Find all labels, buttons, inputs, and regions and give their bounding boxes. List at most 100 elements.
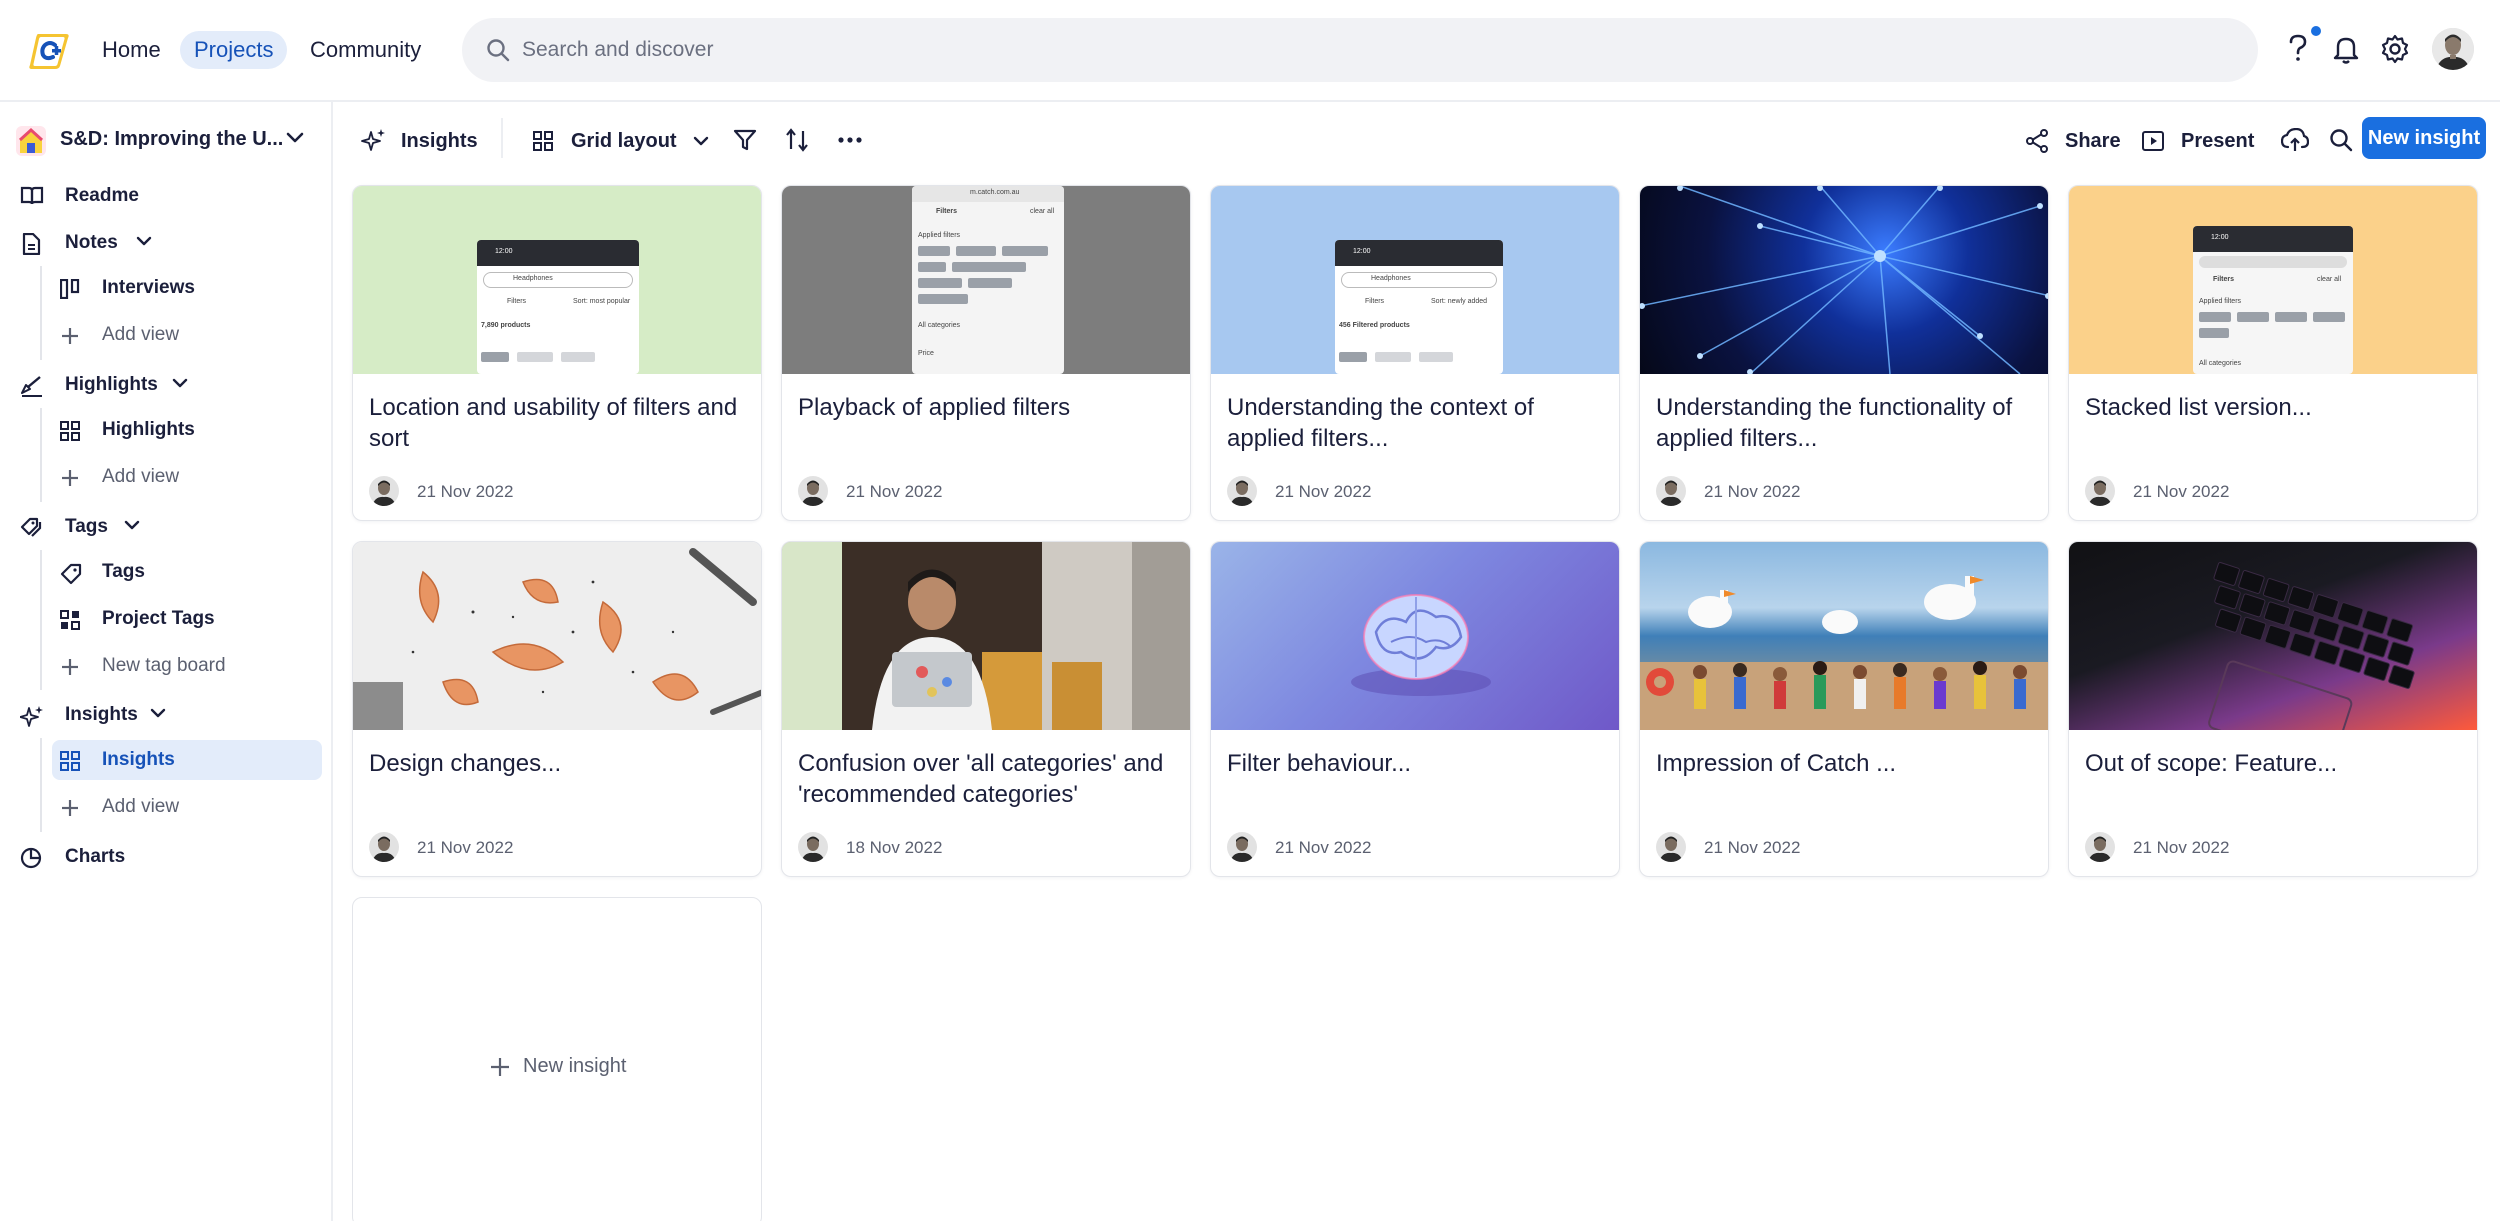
- cloud-upload-icon[interactable]: [2281, 128, 2309, 162]
- chevron-down-icon[interactable]: [150, 708, 166, 719]
- sidebar-item-label: Notes: [65, 232, 118, 253]
- insight-card[interactable]: 12:00 Filters clear all Applied filters …: [2068, 185, 2478, 521]
- sidebar: S&D: Improving the U... Readme Notes Int…: [0, 102, 333, 1221]
- insight-card[interactable]: Confusion over 'all categories' and 'rec…: [781, 541, 1191, 877]
- sidebar-item-highlights-view[interactable]: Highlights: [52, 410, 322, 450]
- present-label: Present: [2181, 130, 2255, 152]
- insight-card[interactable]: Understanding the functionality of appli…: [1639, 185, 2049, 521]
- sidebar-item-tags-view[interactable]: Tags: [52, 552, 322, 592]
- search-icon: [486, 38, 510, 62]
- sidebar-item-interviews[interactable]: Interviews: [52, 268, 322, 308]
- card-date: 21 Nov 2022: [417, 838, 514, 857]
- card-title: Understanding the functionality of appli…: [1656, 394, 2013, 452]
- plus-icon: [60, 798, 80, 818]
- insight-card[interactable]: Out of scope: Feature... 21 Nov 2022: [2068, 541, 2478, 877]
- sidebar-item-project-tags[interactable]: Project Tags: [52, 599, 322, 639]
- search-bar[interactable]: [462, 18, 2258, 82]
- card-date: 21 Nov 2022: [2133, 482, 2230, 501]
- gear-icon[interactable]: [2380, 34, 2410, 64]
- nav-home[interactable]: Home: [88, 31, 175, 69]
- nav-community[interactable]: Community: [296, 31, 435, 69]
- share-button[interactable]: Share: [2025, 124, 2121, 158]
- add-view-button[interactable]: Add view: [52, 315, 322, 355]
- nav-projects[interactable]: Projects: [180, 31, 288, 69]
- highlighter-icon: [20, 375, 44, 397]
- fiber-optic-image: [1640, 186, 2048, 374]
- insight-card[interactable]: m.catch.com.au Filters clear all Applied…: [781, 185, 1191, 521]
- mockup-categories: All categories: [2199, 360, 2242, 367]
- bell-icon[interactable]: [2332, 34, 2360, 64]
- insight-card[interactable]: Impression of Catch ... 21 Nov 2022: [1639, 541, 2049, 877]
- insight-card[interactable]: 12:00 Headphones Filters Sort: most popu…: [352, 185, 762, 521]
- tree-guide: [40, 738, 42, 832]
- card-date: 21 Nov 2022: [846, 482, 943, 501]
- sidebar-section-notes[interactable]: Notes: [20, 223, 320, 263]
- sidebar-item-label: Project Tags: [102, 608, 215, 629]
- plus-icon: [60, 468, 80, 488]
- sort-icon[interactable]: [785, 128, 811, 162]
- sidebar-item-label: New tag board: [102, 655, 226, 676]
- sidebar-section-highlights[interactable]: Highlights: [20, 365, 320, 405]
- sparkle-icon: [361, 128, 387, 154]
- grid-icon: [60, 421, 80, 441]
- sidebar-section-insights[interactable]: Insights: [20, 695, 320, 735]
- user-avatar[interactable]: [2432, 28, 2474, 70]
- present-button[interactable]: Present: [2141, 124, 2255, 158]
- chevron-down-icon[interactable]: [124, 520, 140, 531]
- mockup-filters: Filters: [936, 208, 958, 215]
- add-view-button[interactable]: Add view: [52, 457, 322, 497]
- pencil-shavings-image: [353, 548, 761, 730]
- sidebar-item-label: Tags: [102, 561, 145, 582]
- present-icon: [2141, 129, 2165, 153]
- card-title: Stacked list version...: [2085, 394, 2312, 421]
- layout-dropdown[interactable]: Grid layout: [533, 124, 713, 158]
- new-tag-board-button[interactable]: New tag board: [52, 646, 322, 686]
- share-icon: [2025, 129, 2049, 153]
- sidebar-section-tags[interactable]: Tags: [20, 507, 320, 547]
- search-icon[interactable]: [2329, 128, 2353, 162]
- board-view-icon: [60, 279, 82, 299]
- phone-mockup: 12:00 Headphones Filters Sort: most popu…: [477, 240, 639, 374]
- new-insight-card[interactable]: New insight: [352, 897, 762, 1221]
- author-avatar: [798, 832, 828, 862]
- tree-guide: [40, 550, 42, 690]
- mockup-search: Headphones: [1371, 275, 1411, 282]
- mockup-applied: Applied filters: [918, 232, 961, 239]
- insight-card[interactable]: Design changes... 21 Nov 2022: [352, 541, 762, 877]
- filter-icon[interactable]: [733, 128, 757, 162]
- catch-logo-icon[interactable]: [28, 30, 72, 72]
- insight-card[interactable]: Filter behaviour... 21 Nov 2022: [1210, 541, 1620, 877]
- new-insight-button[interactable]: New insight: [2362, 117, 2486, 159]
- card-title: Location and usability of filters and so…: [369, 394, 738, 452]
- mockup-sort: Sort: most popular: [573, 298, 631, 305]
- sidebar-item-readme[interactable]: Readme: [20, 176, 320, 216]
- card-date: 21 Nov 2022: [2133, 838, 2230, 857]
- search-input[interactable]: [522, 18, 2222, 82]
- share-label: Share: [2065, 130, 2121, 152]
- project-name: S&D: Improving the U...: [60, 128, 284, 150]
- help-icon[interactable]: [2287, 34, 2309, 64]
- chevron-down-icon[interactable]: [136, 236, 152, 247]
- chevron-down-icon[interactable]: [172, 378, 188, 389]
- sidebar-item-charts[interactable]: Charts: [20, 837, 320, 877]
- mockup-url: m.catch.com.au: [970, 189, 1020, 196]
- project-switcher[interactable]: S&D: Improving the U...: [16, 120, 316, 162]
- card-thumbnail: [2069, 542, 2477, 730]
- author-avatar: [1227, 832, 1257, 862]
- more-options-icon[interactable]: [838, 136, 862, 170]
- insight-card[interactable]: 12:00 Headphones Filters Sort: newly add…: [1210, 185, 1620, 521]
- card-thumbnail: [1211, 542, 1619, 730]
- tree-guide: [40, 408, 42, 502]
- brain-image: [1351, 594, 1491, 696]
- frustrated-person-image: [782, 542, 1190, 730]
- card-thumbnail: 12:00 Headphones Filters Sort: newly add…: [1211, 186, 1619, 374]
- chevron-down-icon: [693, 136, 709, 147]
- chevron-down-icon[interactable]: [286, 132, 304, 144]
- mockup-filters: Filters: [507, 298, 527, 305]
- book-icon: [20, 186, 44, 206]
- card-title: Understanding the context of applied fil…: [1227, 394, 1534, 452]
- insights-view-label[interactable]: Insights: [361, 124, 481, 158]
- mockup-search: Headphones: [513, 275, 553, 282]
- sidebar-item-insights-view[interactable]: Insights: [52, 740, 322, 780]
- add-view-button[interactable]: Add view: [52, 787, 322, 827]
